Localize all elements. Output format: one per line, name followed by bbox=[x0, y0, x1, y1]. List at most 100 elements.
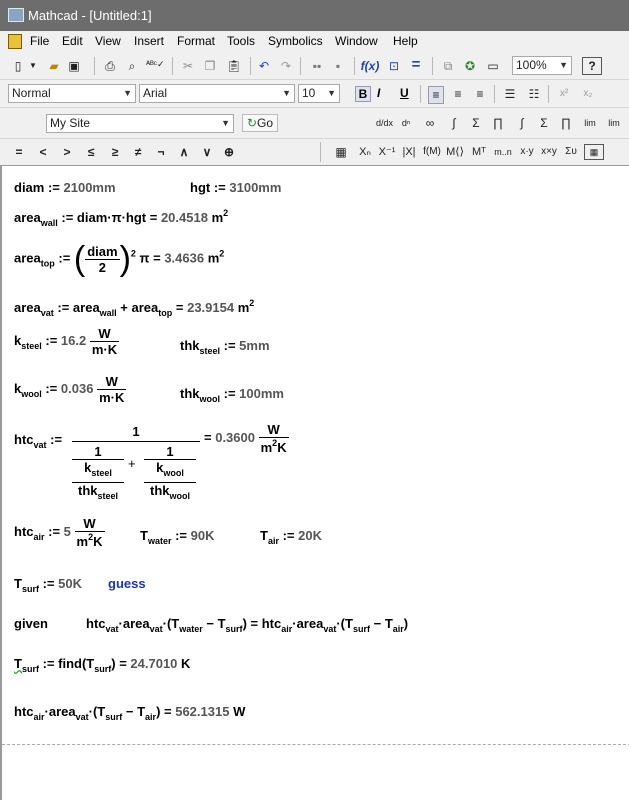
font-select[interactable]: Arial ▼ bbox=[139, 84, 295, 103]
align-right-icon[interactable]: ≡ bbox=[472, 86, 488, 102]
paste-icon[interactable]: 📋︎ bbox=[226, 58, 242, 74]
new-document-icon[interactable]: ▯ bbox=[10, 58, 26, 74]
given-keyword[interactable]: given bbox=[14, 616, 48, 631]
transpose-icon[interactable]: Mᵀ bbox=[470, 144, 488, 160]
determinant-icon[interactable]: |X| bbox=[400, 144, 418, 160]
limit-right-icon[interactable]: lim bbox=[604, 115, 624, 131]
range-variable-icon[interactable]: m..n bbox=[492, 144, 514, 160]
steel-resistance-term[interactable]: 1 ksteel thksteel bbox=[72, 444, 124, 501]
superscript-icon[interactable]: x² bbox=[556, 86, 572, 102]
op-and[interactable]: ∧ bbox=[177, 144, 191, 160]
font-size-select[interactable]: 10 ▼ bbox=[298, 84, 340, 103]
subscript-icon[interactable]: x₂ bbox=[580, 86, 596, 102]
new-dropdown-icon[interactable]: ▼ bbox=[28, 58, 38, 74]
summation-icon[interactable]: Σ bbox=[536, 115, 552, 131]
menu-file[interactable]: File bbox=[30, 34, 49, 48]
menu-view[interactable]: View bbox=[95, 34, 121, 48]
vector-sum-icon[interactable]: Συ bbox=[562, 144, 580, 160]
print-icon[interactable]: ⎙ bbox=[102, 58, 118, 74]
column-icon[interactable]: M⟨⟩ bbox=[446, 144, 464, 160]
limit-icon[interactable]: lim bbox=[580, 115, 600, 131]
zoom-select[interactable]: 100% ▼ bbox=[512, 56, 572, 75]
dot-product-icon[interactable]: x·y bbox=[518, 144, 536, 160]
infinity-icon[interactable]: ∞ bbox=[422, 115, 438, 131]
menu-window[interactable]: Window bbox=[335, 34, 378, 48]
guess-label[interactable]: guess bbox=[108, 576, 146, 591]
undo-icon[interactable]: ↶ bbox=[256, 58, 272, 74]
area-vat-equation[interactable]: areavat := areawall + areatop = 23.9154 … bbox=[14, 298, 254, 318]
heat-flow-result[interactable]: htcair·areavat·(Tsurf − Tair) = 562.1315… bbox=[14, 704, 245, 722]
menu-tools[interactable]: Tools bbox=[227, 34, 255, 48]
open-folder-icon[interactable]: ▰ bbox=[46, 58, 62, 74]
menu-insert[interactable]: Insert bbox=[134, 34, 164, 48]
op-or[interactable]: ∨ bbox=[200, 144, 214, 160]
product-range-icon[interactable]: ∏ bbox=[490, 115, 506, 131]
op-greater[interactable]: > bbox=[60, 144, 74, 160]
insert-function-icon[interactable]: f(x) bbox=[360, 58, 380, 74]
htc-air-definition[interactable]: htcair := 5 Wm2K bbox=[14, 516, 105, 549]
t-surf-guess[interactable]: Tsurf := 50K bbox=[14, 576, 82, 594]
op-greater-equal[interactable]: ≥ bbox=[108, 144, 122, 160]
subscript-index-icon[interactable]: Xₙ bbox=[356, 144, 374, 160]
vectorize-icon[interactable]: f(M) bbox=[422, 144, 442, 160]
area-wall-equation[interactable]: areawall := diam·π·hgt = 20.4518 m2 bbox=[14, 208, 228, 228]
picture-icon[interactable]: ▦ bbox=[584, 144, 604, 160]
underline-button[interactable]: U bbox=[400, 86, 409, 100]
print-preview-icon[interactable]: ⌕ bbox=[124, 58, 140, 74]
htc-vat-label[interactable]: htcvat := bbox=[14, 432, 62, 450]
menu-edit[interactable]: Edit bbox=[62, 34, 83, 48]
derivative-icon[interactable]: d/dx bbox=[376, 115, 393, 131]
energy-balance-equation[interactable]: htcvat·areavat·(Twater − Tsurf) = htcair… bbox=[86, 616, 408, 634]
op-not-equal[interactable]: ≠ bbox=[131, 144, 145, 160]
hgt-definition[interactable]: hgt := 3100mm bbox=[190, 180, 281, 195]
insert-component-icon[interactable]: ⧉ bbox=[440, 58, 456, 74]
align-down-icon[interactable]: ▪ bbox=[330, 58, 346, 74]
diam-definition[interactable]: diam := 2100mm bbox=[14, 180, 116, 195]
align-across-icon[interactable]: ▪▪ bbox=[308, 58, 326, 74]
site-select[interactable]: My Site ▼ bbox=[46, 114, 234, 133]
nth-derivative-icon[interactable]: dⁿ bbox=[398, 115, 414, 131]
document-icon[interactable] bbox=[8, 34, 22, 49]
op-not[interactable]: ¬ bbox=[154, 144, 168, 160]
find-solution[interactable]: Tsurf := find(Tsurf) = 24.7010 K bbox=[14, 656, 190, 674]
definite-integral-icon[interactable]: ∫ bbox=[446, 115, 462, 131]
matrix-icon[interactable]: ▦ bbox=[332, 144, 350, 160]
t-air-definition[interactable]: Tair := 20K bbox=[260, 528, 322, 546]
worksheet[interactable]: diam := 2100mm hgt := 3100mm areawall :=… bbox=[0, 166, 629, 800]
op-less[interactable]: < bbox=[36, 144, 50, 160]
thk-steel-definition[interactable]: thksteel := 5mm bbox=[180, 338, 270, 356]
menu-format[interactable]: Format bbox=[177, 34, 215, 48]
menu-symbolics[interactable]: Symbolics bbox=[268, 34, 323, 48]
thk-wool-definition[interactable]: thkwool := 100mm bbox=[180, 386, 284, 404]
op-xor[interactable]: ⊕ bbox=[222, 144, 236, 160]
indefinite-integral-icon[interactable]: ∫ bbox=[514, 115, 530, 131]
spell-check-icon[interactable]: ᴬᴮᶜ✓ bbox=[146, 56, 165, 72]
window-icon[interactable]: ▭ bbox=[484, 58, 502, 74]
redo-icon[interactable]: ↷ bbox=[278, 58, 294, 74]
summation-range-icon[interactable]: Σ bbox=[468, 115, 484, 131]
italic-button[interactable]: I bbox=[377, 86, 380, 100]
area-top-equation[interactable]: areatop := (diam 2)2 π = 3.4636 m2 bbox=[14, 242, 224, 276]
help-icon[interactable]: ? bbox=[582, 57, 602, 75]
inverse-icon[interactable]: X⁻¹ bbox=[378, 144, 396, 160]
menu-help[interactable]: Help bbox=[393, 34, 418, 48]
style-select[interactable]: Normal ▼ bbox=[8, 84, 136, 103]
calculate-icon[interactable]: = bbox=[408, 57, 424, 73]
htc-vat-result[interactable]: = 0.3600 Wm2K bbox=[204, 422, 289, 455]
bold-button[interactable]: B bbox=[355, 86, 371, 102]
save-icon[interactable]: ▣ bbox=[66, 58, 82, 74]
op-less-equal[interactable]: ≤ bbox=[84, 144, 98, 160]
resource-center-icon[interactable]: ✪ bbox=[462, 58, 478, 74]
go-button[interactable]: ↻Go bbox=[242, 114, 278, 132]
cross-product-icon[interactable]: x×y bbox=[540, 144, 558, 160]
t-water-definition[interactable]: Twater := 90K bbox=[140, 528, 214, 546]
copy-icon[interactable]: ❐ bbox=[202, 58, 218, 74]
align-left-icon[interactable]: ≡ bbox=[428, 86, 444, 104]
insert-unit-icon[interactable]: ⊡ bbox=[386, 58, 402, 74]
k-steel-definition[interactable]: ksteel := 16.2 Wm·K bbox=[14, 326, 120, 357]
op-equal[interactable]: = bbox=[12, 144, 26, 160]
k-wool-definition[interactable]: kwool := 0.036 Wm·K bbox=[14, 374, 127, 405]
numbering-icon[interactable]: ☷ bbox=[526, 86, 542, 102]
bullets-icon[interactable]: ☰ bbox=[502, 86, 518, 102]
align-center-icon[interactable]: ≡ bbox=[450, 86, 466, 102]
